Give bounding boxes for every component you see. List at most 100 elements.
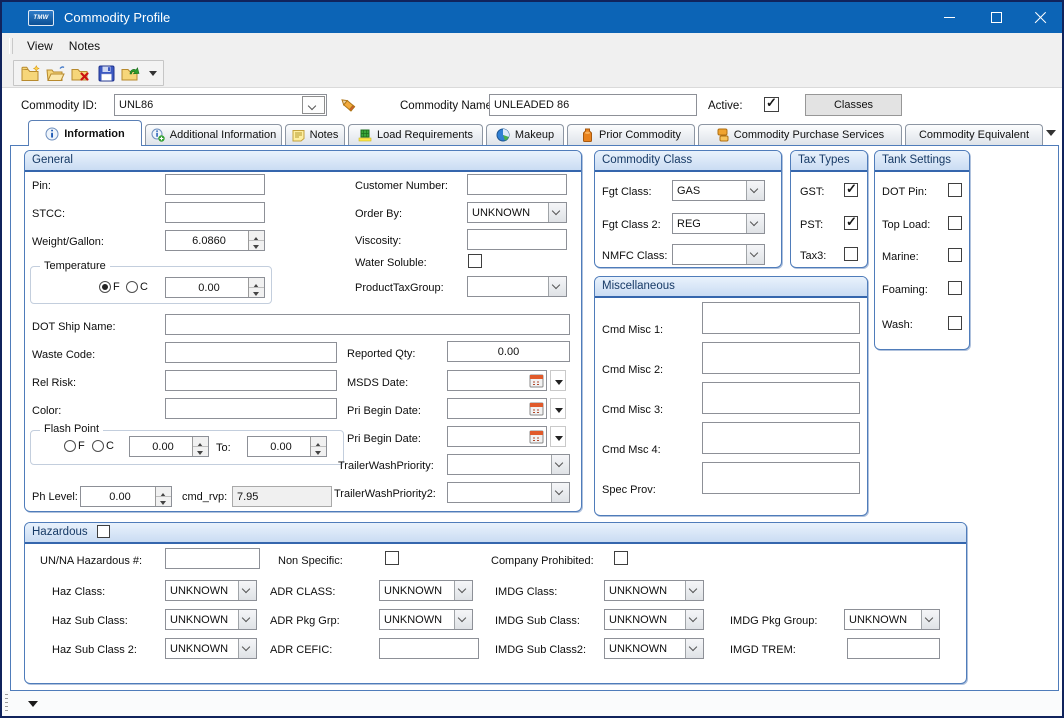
calendar-icon[interactable] (529, 373, 544, 391)
rel-risk-input[interactable] (165, 370, 337, 391)
chevron-down-icon[interactable] (454, 610, 472, 629)
down-arrow-icon[interactable] (249, 240, 264, 250)
calendar-icon[interactable] (529, 401, 544, 419)
tax3-checkbox[interactable] (844, 247, 858, 261)
non-specific-checkbox[interactable] (385, 551, 399, 565)
close-button[interactable] (1018, 2, 1063, 33)
flash-point-f-radio[interactable] (64, 440, 76, 452)
commodity-name-input[interactable]: UNLEADED 86 (489, 94, 697, 116)
reported-qty-input[interactable]: 0.00 (447, 341, 570, 362)
save-button[interactable] (95, 62, 117, 84)
msds-date-dropdown-button[interactable] (550, 370, 566, 391)
spinner-buttons[interactable] (155, 487, 171, 506)
maximize-button[interactable] (974, 2, 1019, 33)
temperature-stepper[interactable]: 0.00 (165, 277, 265, 298)
nmfc-class-select[interactable] (672, 244, 765, 265)
chevron-down-icon[interactable] (238, 610, 256, 629)
stcc-input[interactable] (165, 202, 265, 223)
spinner-buttons[interactable] (248, 231, 264, 250)
adr-class-select[interactable]: UNKNOWN (379, 580, 473, 601)
msds-date-input[interactable] (447, 370, 547, 391)
edit-pencil-icon[interactable] (338, 95, 356, 116)
cmd-misc3-input[interactable] (702, 382, 860, 414)
imdg-sub-class-select[interactable]: UNKNOWN (604, 609, 704, 630)
down-arrow-icon[interactable] (156, 496, 171, 506)
flash-point-c-radio[interactable] (92, 440, 104, 452)
wash-checkbox[interactable] (948, 316, 962, 330)
tab-prior-commodity[interactable]: Prior Commodity (567, 124, 695, 145)
pri-begin-date-input[interactable] (447, 398, 547, 419)
menu-notes[interactable]: Notes (61, 36, 108, 56)
dock-grip[interactable] (5, 694, 8, 712)
gst-checkbox[interactable] (844, 183, 858, 197)
tab-makeup[interactable]: Makeup (486, 124, 564, 145)
up-arrow-icon[interactable] (249, 278, 264, 287)
cmd-misc1-input[interactable] (702, 302, 860, 334)
commodity-id-combobox[interactable]: UNL86 (114, 94, 327, 116)
chevron-down-icon[interactable] (685, 581, 703, 600)
down-arrow-icon[interactable] (249, 287, 264, 297)
product-tax-group-select[interactable] (467, 276, 567, 297)
minimize-button[interactable] (927, 2, 972, 33)
cmd-misc2-input[interactable] (702, 342, 860, 374)
viscosity-input[interactable] (467, 229, 567, 250)
flash-point-to-stepper[interactable]: 0.00 (247, 436, 327, 457)
foaming-checkbox[interactable] (948, 281, 962, 295)
weight-gallon-stepper[interactable]: 6.0860 (165, 230, 265, 251)
export-folder-button[interactable] (120, 62, 142, 84)
waste-code-input[interactable] (165, 342, 337, 363)
chevron-down-icon[interactable] (548, 203, 566, 222)
spinner-buttons[interactable] (192, 437, 208, 456)
up-arrow-icon[interactable] (156, 487, 171, 496)
fgt-class-select[interactable]: GAS (672, 180, 765, 201)
dot-ship-name-input[interactable] (165, 314, 570, 335)
ph-level-stepper[interactable]: 0.00 (80, 486, 172, 507)
up-arrow-icon[interactable] (311, 437, 326, 446)
un-na-hazardous-input[interactable] (165, 548, 260, 569)
pin-input[interactable] (165, 174, 265, 195)
color-input[interactable] (165, 398, 337, 419)
tab-commodity-purchase-services[interactable]: Commodity Purchase Services (698, 124, 902, 145)
company-prohibited-checkbox[interactable] (614, 551, 628, 565)
new-folder-button[interactable] (20, 62, 42, 84)
chevron-down-icon[interactable] (685, 639, 703, 658)
tab-commodity-equivalent[interactable]: Commodity Equivalent (905, 124, 1043, 145)
haz-class-select[interactable]: UNKNOWN (165, 580, 257, 601)
up-arrow-icon[interactable] (193, 437, 208, 446)
imdg-pkg-group-select[interactable]: UNKNOWN (844, 609, 940, 630)
hazardous-checkbox[interactable] (97, 525, 110, 538)
trailer-wash-priority-select[interactable] (447, 454, 570, 475)
spinner-buttons[interactable] (310, 437, 326, 456)
fgt-class2-select[interactable]: REG (672, 213, 765, 234)
down-arrow-icon[interactable] (311, 446, 326, 456)
trailer-wash-priority2-select[interactable] (447, 482, 570, 503)
imdg-class-select[interactable]: UNKNOWN (604, 580, 704, 601)
active-checkbox[interactable] (764, 97, 779, 112)
imdg-sub-class2-select[interactable]: UNKNOWN (604, 638, 704, 659)
haz-sub-class-select[interactable]: UNKNOWN (165, 609, 257, 630)
flash-point-from-stepper[interactable]: 0.00 (129, 436, 209, 457)
chevron-down-icon[interactable] (548, 277, 566, 296)
tab-load-requirements[interactable]: Load Requirements (348, 124, 483, 145)
delete-folder-button[interactable] (70, 62, 92, 84)
chevron-down-icon[interactable] (551, 483, 569, 502)
temperature-f-radio[interactable] (99, 281, 111, 293)
dock-expand-caret-icon[interactable] (28, 701, 38, 712)
haz-sub-class2-select[interactable]: UNKNOWN (165, 638, 257, 659)
customer-number-input[interactable] (467, 174, 567, 195)
pri-begin-date2-input[interactable] (447, 426, 547, 447)
chevron-down-icon[interactable] (746, 214, 764, 233)
chevron-down-icon[interactable] (551, 455, 569, 474)
tab-overflow-caret-icon[interactable] (1046, 130, 1056, 141)
dot-pin-checkbox[interactable] (948, 183, 962, 197)
adr-pkg-grp-select[interactable]: UNKNOWN (379, 609, 473, 630)
spinner-buttons[interactable] (248, 278, 264, 297)
pst-checkbox[interactable] (844, 216, 858, 230)
chevron-down-icon[interactable] (921, 610, 939, 629)
chevron-down-icon[interactable] (454, 581, 472, 600)
up-arrow-icon[interactable] (249, 231, 264, 240)
top-load-checkbox[interactable] (948, 216, 962, 230)
chevron-down-icon[interactable] (238, 581, 256, 600)
down-arrow-icon[interactable] (193, 446, 208, 456)
tab-information[interactable]: Information (28, 120, 142, 146)
